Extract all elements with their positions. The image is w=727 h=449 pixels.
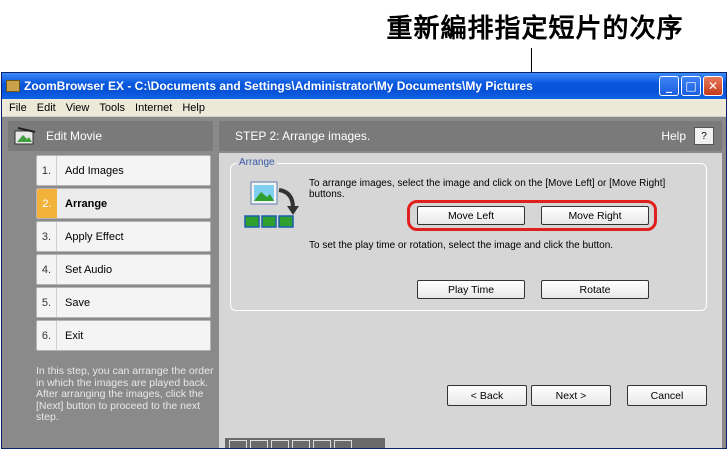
step-label: Save: [65, 296, 91, 309]
step-number: 5.: [37, 288, 57, 317]
step-set-audio[interactable]: 4. Set Audio: [36, 254, 211, 285]
window-title: ZoomBrowser EX - C:\Documents and Settin…: [24, 79, 533, 93]
tab-icon[interactable]: [271, 440, 289, 448]
close-button[interactable]: ✕: [703, 76, 723, 96]
window-controls: _ □ ✕: [659, 76, 723, 96]
step-number: 6.: [37, 321, 57, 350]
app-body: Edit Movie 1. Add Images 2. Arrange 3. A…: [2, 117, 726, 448]
menu-view[interactable]: View: [66, 102, 90, 114]
maximize-button[interactable]: □: [681, 76, 701, 96]
step-number: 3.: [37, 222, 57, 251]
step-add-images[interactable]: 1. Add Images: [36, 155, 211, 186]
next-button[interactable]: Next >: [531, 385, 611, 406]
step-number: 2.: [37, 189, 57, 218]
arrange-group: Arrange To arrange images, select the im…: [230, 157, 707, 311]
step-exit[interactable]: 6. Exit: [36, 320, 211, 351]
help-label: Help: [661, 129, 686, 143]
step-description: In this step, you can arrange the order …: [36, 365, 214, 423]
sidebar-header: Edit Movie: [8, 121, 213, 151]
tab-icon[interactable]: [334, 440, 352, 448]
menu-internet[interactable]: Internet: [135, 102, 172, 114]
move-instruction: To arrange images, select the image and …: [309, 178, 666, 200]
play-time-button[interactable]: Play Time: [417, 280, 525, 299]
menu-tools[interactable]: Tools: [99, 102, 125, 114]
rotate-button[interactable]: Rotate: [541, 280, 649, 299]
effect-tab-strip: [225, 438, 385, 448]
step-label: Exit: [65, 329, 84, 342]
menu-edit[interactable]: Edit: [37, 102, 56, 114]
step-label: Apply Effect: [65, 230, 124, 243]
menu-bar: File Edit View Tools Internet Help: [2, 99, 726, 117]
step-number: 4.: [37, 255, 57, 284]
tab-icon[interactable]: [229, 440, 247, 448]
move-right-button[interactable]: Move Right: [541, 206, 649, 225]
play-instruction: To set the play time or rotation, select…: [309, 240, 614, 251]
step-save[interactable]: 5. Save: [36, 287, 211, 318]
step-number: 1.: [37, 156, 57, 185]
minimize-button[interactable]: _: [659, 76, 679, 96]
menu-file[interactable]: File: [9, 102, 27, 114]
step-apply-effect[interactable]: 3. Apply Effect: [36, 221, 211, 252]
step-label: Set Audio: [65, 263, 113, 276]
step-label: Add Images: [65, 164, 124, 177]
menu-help[interactable]: Help: [182, 102, 205, 114]
step-title: STEP 2: Arrange images.: [235, 129, 371, 143]
back-button[interactable]: < Back: [447, 385, 527, 406]
help-button[interactable]: ?: [694, 127, 714, 145]
step-arrange[interactable]: 2. Arrange: [36, 188, 211, 219]
arrange-legend: Arrange: [237, 157, 277, 168]
tab-icon[interactable]: [250, 440, 268, 448]
page: 重新編排指定短片的次序 ZoomBrowser EX - C:\Document…: [0, 0, 727, 449]
step-label: Arrange: [65, 197, 108, 210]
sidebar-title: Edit Movie: [46, 129, 103, 143]
move-left-button[interactable]: Move Left: [417, 206, 525, 225]
edit-movie-icon: [14, 127, 36, 145]
annotation-title: 重新編排指定短片的次序: [386, 14, 684, 44]
main-header: STEP 2: Arrange images. Help ?: [219, 121, 722, 151]
tab-icon[interactable]: [313, 440, 331, 448]
tab-icon[interactable]: [292, 440, 310, 448]
title-bar[interactable]: ZoomBrowser EX - C:\Documents and Settin…: [2, 73, 726, 99]
arrange-illustration-icon: [244, 181, 299, 228]
app-window: ZoomBrowser EX - C:\Documents and Settin…: [1, 72, 727, 449]
content-panel: Arrange To arrange images, select the im…: [219, 153, 722, 448]
cancel-button[interactable]: Cancel: [627, 385, 707, 406]
app-icon: [6, 80, 20, 92]
